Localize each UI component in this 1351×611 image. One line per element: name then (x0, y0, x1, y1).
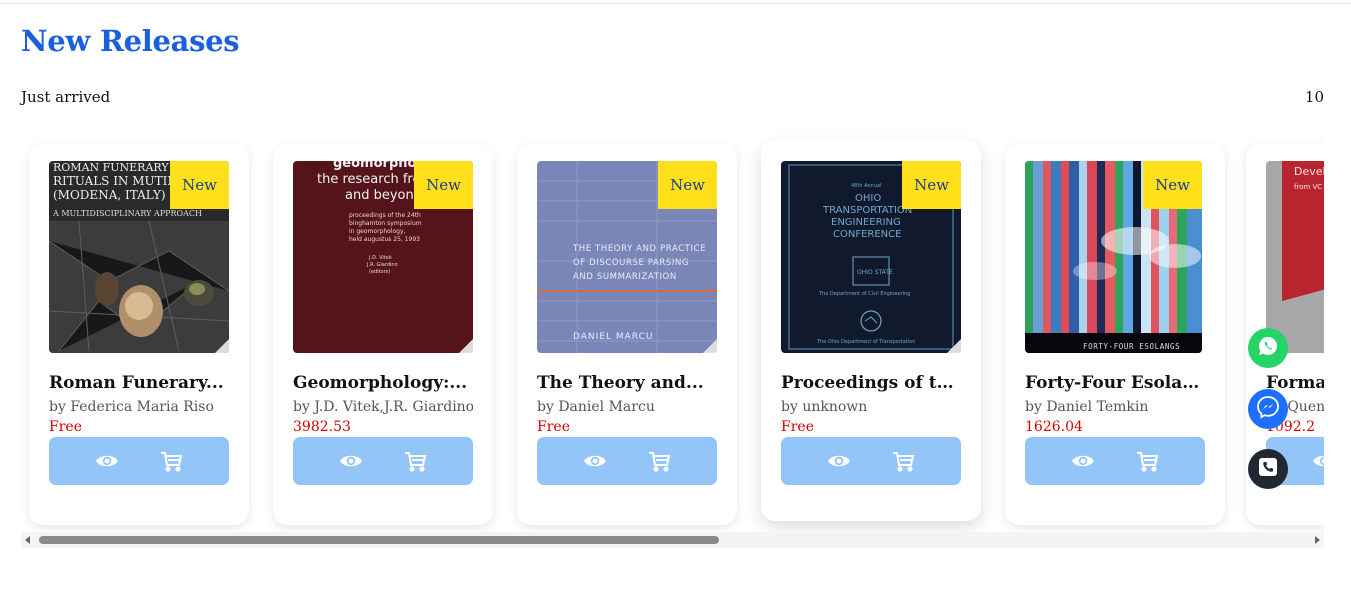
book-cover[interactable]: 48th Annual OHIO TRANSPORTATION ENGINEER… (781, 161, 961, 353)
phone-icon (1256, 455, 1280, 483)
card-actions (537, 437, 717, 485)
cover-line: in geomorphology, (349, 228, 406, 235)
cover-line: (editors) (369, 269, 390, 275)
book-cover[interactable]: THE THEORY AND PRACTICE OF DISCOURSE PAR… (537, 161, 717, 353)
book-price: Free (49, 419, 82, 435)
cover-line: FORTY-FOUR ESOLANGS (1083, 342, 1180, 351)
book-card[interactable]: ROMAN FUNERARY RITUALS IN MUTINA (MODENA… (29, 144, 249, 525)
book-author: by unknown (781, 399, 868, 415)
book-cover[interactable]: FORTY-FOUR ESOLANGS New (1025, 161, 1202, 353)
book-card[interactable]: THE THEORY AND PRACTICE OF DISCOURSE PAR… (517, 144, 737, 525)
new-badge: New (902, 161, 961, 209)
messenger-icon (1255, 394, 1281, 424)
book-price: 3982.53 (293, 419, 351, 435)
book-title[interactable]: Roman Funerary... (49, 373, 229, 393)
cover-line: DANIEL MARCU (573, 332, 653, 342)
horizontal-scrollbar[interactable] (21, 532, 1324, 548)
cover-line: ENGINEERING (831, 217, 901, 228)
scroll-left-arrow-icon[interactable] (25, 536, 30, 544)
section-subtitle: Just arrived (21, 88, 111, 106)
cart-icon[interactable] (890, 448, 916, 474)
new-badge: New (414, 161, 473, 209)
cover-line: AND SUMMARIZATION (573, 272, 677, 282)
book-title[interactable]: Proceedings of th... (781, 373, 961, 393)
book-price: Free (537, 419, 570, 435)
cover-line: binghamton symposium (349, 220, 422, 227)
whatsapp-button[interactable] (1248, 328, 1288, 368)
eye-icon[interactable] (1311, 448, 1324, 474)
new-badge: New (1143, 161, 1202, 209)
book-carousel[interactable]: ROMAN FUNERARY RITUALS IN MUTINA (MODENA… (21, 130, 1324, 534)
cover-line: CONFERENCE (833, 229, 901, 240)
cover-line: Devel (1294, 165, 1324, 178)
cover-line: held augustus 25, 1993 (349, 236, 420, 243)
book-cover[interactable]: Devel from VC (1266, 161, 1324, 353)
eye-icon[interactable] (1070, 448, 1096, 474)
book-author: by Daniel Temkin (1025, 399, 1149, 415)
book-author: by Daniel Marcu (537, 399, 655, 415)
book-card[interactable]: 48th Annual OHIO TRANSPORTATION ENGINEER… (761, 140, 981, 521)
cover-line: ROMAN FUNERARY (53, 161, 169, 174)
new-badge: New (170, 161, 229, 209)
top-divider (0, 3, 1351, 4)
section-title: New Releases (21, 24, 240, 58)
cover-line: OHIO STATE (857, 269, 893, 276)
book-title[interactable]: Forty-Four Esolangs (1025, 373, 1205, 393)
eye-icon[interactable] (826, 448, 852, 474)
card-actions (781, 437, 961, 485)
cover-line: A MULTIDISCIPLINARY APPROACH (52, 209, 202, 218)
scrollbar-thumb[interactable] (39, 536, 719, 544)
cover-line: OF DISCOURSE PARSING (573, 258, 689, 268)
eye-icon[interactable] (338, 448, 364, 474)
eye-icon[interactable] (94, 448, 120, 474)
card-actions (49, 437, 229, 485)
book-cover[interactable]: ROMAN FUNERARY RITUALS IN MUTINA (MODENA… (49, 161, 229, 353)
cover-line: RITUALS IN MUTINA (53, 174, 187, 188)
book-title[interactable]: Geomorphology:... (293, 373, 473, 393)
cover-line: 48th Annual (851, 183, 881, 189)
book-cover[interactable]: geomorphology the research frontier and … (293, 161, 473, 353)
cover-line: J.R. Giardino (366, 262, 398, 268)
cover-line: The Department of Civil Engineering (818, 291, 910, 297)
book-price: 1626.04 (1025, 419, 1083, 435)
whatsapp-icon (1256, 334, 1280, 362)
cover-line: The Ohio Department of Transportation (816, 339, 915, 345)
eye-icon[interactable] (582, 448, 608, 474)
cart-icon[interactable] (158, 448, 184, 474)
card-actions (1025, 437, 1205, 485)
cover-line: TRANSPORTATION (822, 205, 912, 216)
cover-line: J.D. Vitek (368, 255, 392, 261)
cart-icon[interactable] (402, 448, 428, 474)
cover-line: from VC (1294, 183, 1322, 191)
book-title[interactable]: The Theory and... (537, 373, 717, 393)
book-card[interactable]: geomorphology the research frontier and … (273, 144, 493, 525)
cover-line: THE THEORY AND PRACTICE (572, 244, 706, 254)
cover-line: and beyond (345, 188, 422, 203)
scroll-right-arrow-icon[interactable] (1315, 536, 1320, 544)
card-actions (293, 437, 473, 485)
book-author: by Federica Maria Riso (49, 399, 214, 415)
book-price: Free (781, 419, 814, 435)
results-count: 10 (1304, 88, 1324, 106)
cover-line: (MODENA, ITALY) (53, 188, 166, 202)
cover-line: proceedings of the 24th (349, 212, 421, 219)
book-author: by J.D. Vitek,J.R. Giardino (293, 399, 473, 415)
cover-line: OHIO (855, 193, 881, 204)
cart-icon[interactable] (1134, 448, 1160, 474)
book-card[interactable]: FORTY-FOUR ESOLANGS New Forty-Four Esola… (1005, 144, 1225, 525)
new-badge: New (658, 161, 717, 209)
cart-icon[interactable] (646, 448, 672, 474)
messenger-button[interactable] (1248, 389, 1288, 429)
phone-button[interactable] (1248, 449, 1288, 489)
